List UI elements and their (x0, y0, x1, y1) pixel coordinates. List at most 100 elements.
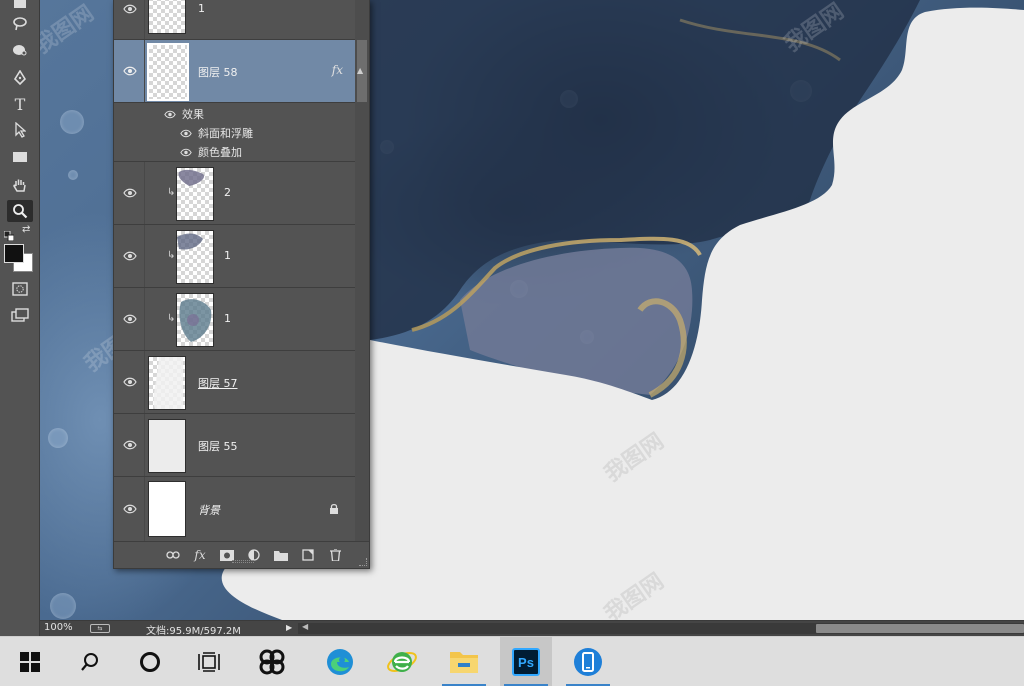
search-icon (81, 653, 98, 671)
layer-thumbnail[interactable] (176, 167, 214, 221)
layer-name[interactable]: 1 (224, 312, 231, 325)
layer-thumbnail[interactable] (176, 293, 214, 347)
scroll-up-arrow-icon[interactable]: ▲ (357, 66, 363, 75)
taskbar-app-photoshop[interactable]: Ps (500, 637, 552, 686)
pen-tool-icon[interactable] (7, 67, 33, 89)
eye-icon[interactable] (123, 377, 137, 387)
default-colors-icon[interactable] (3, 226, 15, 242)
windows-start-button[interactable] (4, 637, 56, 686)
eye-icon[interactable] (123, 314, 137, 324)
effect-item[interactable]: 颜色叠加 (180, 143, 242, 161)
layer-effects-list: 效果 斜面和浮雕 颜色叠加 (114, 103, 355, 162)
horizontal-scrollbar-thumb[interactable] (816, 624, 1024, 633)
clipping-mask-arrow-icon: ↳ (167, 250, 176, 261)
eye-icon[interactable] (180, 148, 192, 157)
panel-resize-grip[interactable] (359, 558, 367, 566)
layer-name[interactable]: 1 (198, 2, 205, 15)
layer-row[interactable]: ↳ 2 (114, 162, 355, 225)
taskbar-app-pinwheel[interactable] (246, 637, 298, 686)
path-selection-tool-icon[interactable] (7, 119, 33, 141)
rectangle-tool-icon[interactable] (7, 146, 33, 168)
swap-colors-icon[interactable]: ⇄ (22, 224, 34, 236)
layer-name[interactable]: 图层 58 (198, 64, 238, 80)
task-view-icon (198, 652, 220, 672)
layer-row[interactable]: 图层 55 (114, 414, 355, 477)
taskbar-app-file-explorer[interactable] (438, 637, 490, 686)
clipping-mask-arrow-icon: ↳ (167, 313, 176, 324)
layer-row[interactable]: 1 (114, 0, 355, 40)
eye-icon[interactable] (123, 66, 137, 76)
zoom-preset-icon[interactable]: ⇆ (90, 624, 110, 633)
fx-icon[interactable]: fx (191, 547, 209, 563)
zoom-tool-icon[interactable] (7, 200, 33, 222)
effect-item[interactable]: 斜面和浮雕 (180, 124, 253, 142)
layer-thumbnail[interactable] (147, 43, 189, 101)
cortana-icon (140, 652, 160, 672)
eye-icon[interactable] (164, 110, 176, 119)
layer-row[interactable]: ↳ 1 (114, 225, 355, 288)
lasso-tool-icon[interactable] (7, 13, 33, 35)
status-menu-arrow-icon[interactable]: ▶ (286, 623, 292, 632)
layer-thumbnail[interactable] (148, 481, 186, 537)
pinwheel-app-icon (259, 649, 285, 675)
eye-icon[interactable] (123, 440, 137, 450)
hand-tool-icon[interactable] (7, 174, 33, 196)
effect-name: 颜色叠加 (198, 146, 242, 159)
windows-logo-icon (20, 652, 40, 672)
taskbar: Ps (0, 636, 1024, 686)
layer-thumbnail[interactable] (148, 419, 186, 473)
lock-icon (330, 503, 338, 514)
layer-name[interactable]: 背景 (198, 502, 220, 518)
effects-label: 效果 (182, 108, 204, 121)
taskbar-app-tablet[interactable] (562, 637, 614, 686)
layer-name[interactable]: 图层 57 (198, 375, 238, 391)
eye-icon[interactable] (123, 4, 137, 14)
eye-icon[interactable] (180, 129, 192, 138)
document-info: 文档:95.9M/597.2M (146, 626, 241, 637)
layer-name[interactable]: 图层 55 (198, 438, 238, 454)
tools-panel: T ⇄ (0, 0, 40, 636)
layer-thumbnail[interactable] (148, 356, 186, 410)
status-bar: 100% ⇆ 文档:95.9M/597.2M ▶ ◀ (40, 620, 1024, 637)
effects-row[interactable]: 效果 (164, 105, 204, 123)
cortana-button[interactable] (124, 637, 176, 686)
photoshop-window: 我图网 我图网 我图网 我图网 我图网 T (0, 0, 1024, 686)
layer-row[interactable]: ↳ 1 (114, 288, 355, 351)
ie-browser-icon (387, 652, 417, 672)
layer-row[interactable]: 背景 (114, 477, 355, 541)
taskbar-app-ie[interactable] (376, 637, 428, 686)
layer-thumbnail[interactable] (148, 0, 186, 34)
photoshop-icon: Ps (512, 648, 540, 676)
layer-name[interactable]: 1 (224, 249, 231, 262)
scroll-left-arrow-icon[interactable]: ◀ (302, 622, 308, 631)
task-view-button[interactable] (184, 637, 236, 686)
folder-icon[interactable] (272, 547, 290, 563)
layer-row[interactable]: 图层 57 (114, 351, 355, 414)
effect-name: 斜面和浮雕 (198, 127, 253, 140)
search-button[interactable] (64, 637, 116, 686)
eye-icon[interactable] (123, 251, 137, 261)
layer-effects-icon[interactable]: fx (332, 63, 343, 77)
type-tool-icon[interactable]: T (7, 93, 33, 115)
quick-selection-tool-icon[interactable] (7, 39, 33, 61)
foreground-color-swatch[interactable] (4, 244, 24, 263)
quick-mask-icon[interactable] (7, 278, 33, 300)
clipping-mask-arrow-icon: ↳ (167, 187, 176, 198)
taskbar-app-edge[interactable] (314, 637, 366, 686)
layer-thumbnail[interactable] (176, 230, 214, 284)
zoom-level[interactable]: 100% (44, 622, 73, 633)
edge-browser-icon (327, 649, 353, 675)
link-icon[interactable] (164, 547, 182, 563)
layers-footer: fx (114, 541, 369, 568)
eye-icon[interactable] (123, 504, 137, 514)
eye-icon[interactable] (123, 188, 137, 198)
layer-list: 1 图层 58 fx 效果 斜面和浮雕 颜色叠加 ↳ 2 ↳ 1 ↳ 1 图层 … (114, 0, 355, 541)
layer-name[interactable]: 2 (224, 186, 231, 199)
tablet-app-icon (574, 648, 602, 676)
trash-icon[interactable] (326, 547, 344, 563)
panel-drag-handle[interactable] (232, 560, 254, 563)
layer-row-selected[interactable]: 图层 58 fx (114, 40, 355, 103)
new-layer-icon[interactable] (299, 547, 317, 563)
layers-panel: 1 图层 58 fx 效果 斜面和浮雕 颜色叠加 ↳ 2 ↳ 1 ↳ 1 图层 … (113, 0, 370, 569)
screen-mode-icon[interactable] (7, 304, 33, 326)
